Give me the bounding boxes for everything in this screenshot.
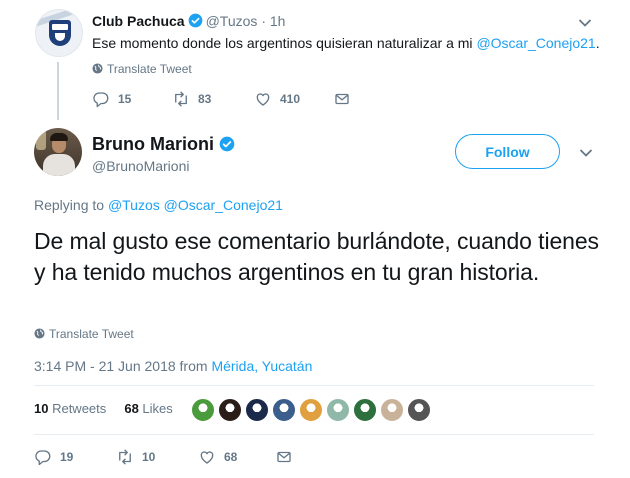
retweet-count: 10 — [142, 450, 156, 464]
verified-icon — [188, 13, 202, 28]
thread-connector-line — [57, 62, 59, 120]
parent-reply-count: 15 — [118, 92, 132, 106]
like-stat-count: 68 — [124, 401, 139, 416]
follow-button[interactable]: Follow — [455, 134, 560, 169]
parent-dm-button[interactable] — [333, 90, 351, 108]
parent-tweet-actions: 15 83 410 — [92, 90, 392, 110]
parent-like-count: 410 — [280, 92, 301, 106]
divider — [34, 434, 594, 435]
replying-mention-oscar[interactable]: @Oscar_Conejo21 — [164, 197, 283, 213]
mention-link[interactable]: @Oscar_Conejo21 — [476, 35, 595, 51]
replying-mention-tuzos[interactable]: @Tuzos — [108, 197, 160, 213]
reply-icon — [93, 92, 109, 108]
parent-reply-button[interactable]: 15 — [92, 90, 131, 108]
main-tweet-actions: 19 10 68 — [34, 448, 334, 468]
retweet-icon — [175, 91, 187, 107]
dm-button[interactable] — [275, 448, 293, 466]
likes-stat[interactable]: 68 Likes — [124, 401, 172, 416]
parent-author-name[interactable]: Club Pachuca — [92, 13, 185, 29]
divider — [34, 385, 594, 386]
replying-to-label: Replying to — [34, 197, 108, 213]
liker-avatar-6[interactable] — [326, 398, 350, 422]
dm-icon — [277, 451, 291, 463]
main-author-handle[interactable]: @BrunoMarioni — [92, 157, 189, 175]
reply-icon — [35, 450, 51, 466]
liker-avatar-1[interactable] — [191, 398, 215, 422]
globe-icon — [34, 328, 45, 339]
dm-icon — [335, 93, 349, 105]
parent-retweet-button[interactable]: 83 — [172, 90, 211, 108]
retweets-stat[interactable]: 10 Retweets — [34, 401, 106, 416]
liker-avatar-4[interactable] — [272, 398, 296, 422]
tweet-metadata: 3:14 PM - 21 Jun 2018 from Mérida, Yucat… — [34, 357, 312, 375]
from-label: from — [175, 358, 212, 374]
tweet-timestamp[interactable]: 3:14 PM - 21 Jun 2018 — [34, 358, 176, 374]
liker-avatar-9[interactable] — [407, 398, 431, 422]
main-author-name-row: Bruno Marioni — [92, 133, 235, 155]
parent-translate-link[interactable]: Translate Tweet — [92, 62, 192, 76]
main-author-name[interactable]: Bruno Marioni — [92, 134, 214, 154]
parent-tweet-text-end: . — [595, 35, 600, 51]
tweet-location[interactable]: Mérida, Yucatán — [211, 358, 312, 374]
like-icon — [200, 451, 214, 464]
parent-tweet[interactable]: Club Pachuca @Tuzos · 1h Ese momento dond… — [0, 0, 630, 120]
parent-like-button[interactable]: 410 — [254, 90, 300, 108]
globe-icon — [92, 63, 103, 74]
liker-avatar-3[interactable] — [245, 398, 269, 422]
retweet-icon — [119, 449, 131, 465]
liker-avatar-8[interactable] — [380, 398, 404, 422]
main-translate-link[interactable]: Translate Tweet — [34, 327, 134, 341]
reply-button[interactable]: 19 — [34, 448, 73, 466]
liker-avatar-5[interactable] — [299, 398, 323, 422]
chevron-down-icon[interactable] — [579, 148, 593, 158]
main-translate-label[interactable]: Translate Tweet — [49, 327, 134, 341]
like-count: 68 — [224, 450, 238, 464]
main-tweet-text: De mal gusto ese comentario burlándote, … — [34, 228, 599, 285]
liker-avatar-2[interactable] — [218, 398, 242, 422]
club-pachuca-avatar[interactable] — [35, 9, 83, 57]
like-icon — [256, 93, 270, 106]
retweet-button[interactable]: 10 — [116, 448, 155, 466]
like-stat-label: Likes — [138, 401, 173, 416]
parent-translate-label[interactable]: Translate Tweet — [107, 62, 192, 76]
liker-avatar-7[interactable] — [353, 398, 377, 422]
replying-to-line: Replying to @Tuzos @Oscar_Conejo21 — [34, 196, 283, 214]
engagement-stats: 10 Retweets 68 Likes — [34, 400, 173, 420]
parent-author-handle[interactable]: @Tuzos — [206, 13, 258, 29]
chevron-down-icon[interactable] — [578, 18, 592, 28]
parent-tweet-text: Ese momento donde los argentinos quisier… — [92, 34, 600, 52]
verified-icon — [219, 136, 235, 152]
parent-tweet-time[interactable]: · 1h — [261, 13, 285, 29]
retweet-stat-label: Retweets — [48, 401, 107, 416]
retweet-stat-count: 10 — [34, 401, 49, 416]
like-button[interactable]: 68 — [198, 448, 237, 466]
parent-retweet-count: 83 — [198, 92, 212, 106]
bruno-marioni-avatar[interactable] — [34, 128, 82, 176]
parent-tweet-text-body: Ese momento donde los argentinos quisier… — [92, 35, 477, 51]
reply-count: 19 — [60, 450, 74, 464]
parent-tweet-header: Club Pachuca @Tuzos · 1h — [92, 12, 285, 30]
